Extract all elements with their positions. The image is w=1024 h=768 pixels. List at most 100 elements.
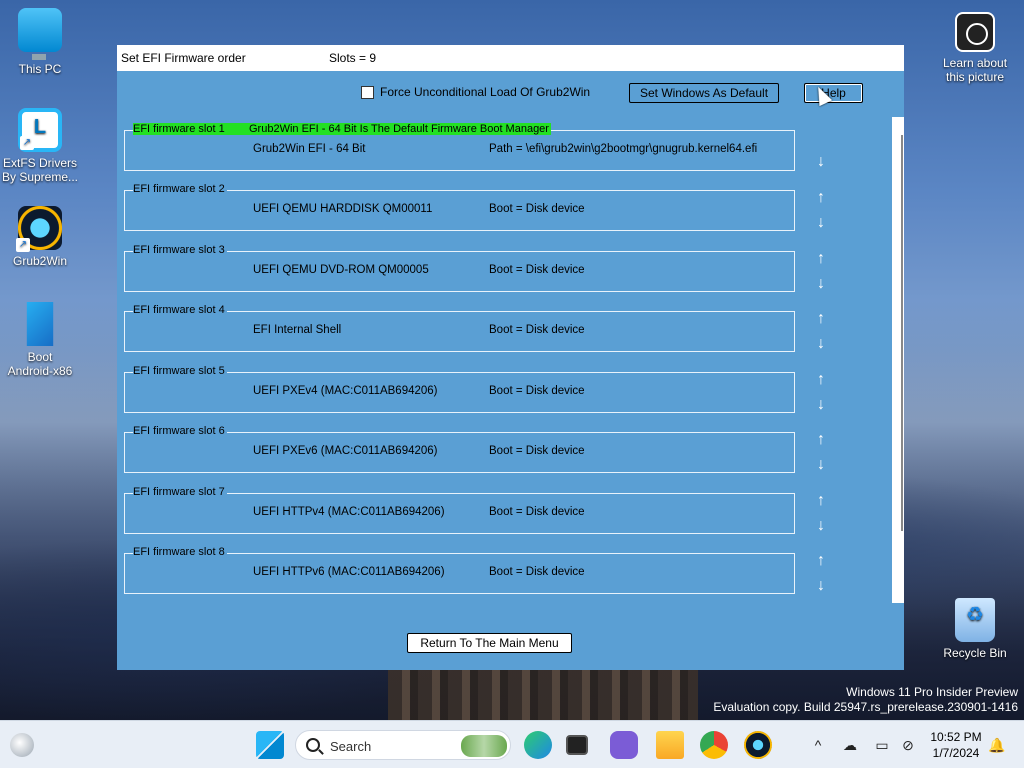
teams-chat-icon[interactable] (610, 731, 638, 759)
watermark-line2: Evaluation copy. Build 25947.rs_prerelea… (713, 700, 1018, 714)
clock-date: 1/7/2024 (932, 746, 980, 760)
search-placeholder: Search (330, 739, 372, 754)
slot-title: EFI firmware slot 4 (133, 304, 227, 316)
firmware-slot: EFI firmware slot 1 Grub2Win EFI - 64 Bi… (124, 123, 795, 171)
desktop-icon-label: Recycle Bin (943, 646, 1007, 660)
desktop-icon-label: Boot Android-x86 (7, 350, 73, 378)
slot-info: Boot = Disk device (489, 445, 585, 457)
default-boot-manager-banner: Grub2Win EFI - 64 Bit Is The Default Fir… (249, 123, 549, 135)
firmware-slot: EFI firmware slot 5 UEFI PXEv4 (MAC:C011… (124, 365, 795, 413)
slot-description: EFI Internal Shell (253, 324, 342, 336)
desktop-icon-label: This PC (18, 62, 62, 76)
shortcut-arrow-icon: ↗ (20, 136, 34, 150)
slot-description: UEFI QEMU HARDDISK QM00011 (253, 203, 433, 215)
slot-title: EFI firmware slot 6 (133, 425, 227, 437)
weather-widget-icon[interactable] (10, 733, 34, 757)
slot-info: Boot = Disk device (489, 264, 585, 276)
monitor-icon (18, 8, 62, 60)
grub2win-icon: ↗ (16, 206, 62, 252)
task-view-icon[interactable] (566, 735, 588, 755)
extfs-icon: ↗ (18, 108, 62, 152)
move-up-arrow-icon[interactable]: ↑ (817, 553, 825, 569)
search-icon (306, 738, 320, 752)
display-icon[interactable]: ▭ (874, 737, 890, 753)
volume-muted-icon[interactable]: ⊘ (900, 737, 916, 753)
slot-title-text: EFI firmware slot 1 (133, 123, 225, 135)
move-up-arrow-icon[interactable]: ↑ (817, 311, 825, 327)
move-down-arrow-icon[interactable]: ↓ (817, 397, 825, 413)
move-up-arrow-icon[interactable]: ↑ (817, 493, 825, 509)
slot-info: Path = \efi\grub2win\g2bootmgr\gnugrub.k… (489, 143, 758, 155)
move-down-arrow-icon[interactable]: ↓ (817, 215, 825, 231)
slot-info: Boot = Disk device (489, 566, 585, 578)
return-main-menu-button[interactable]: Return To The Main Menu (407, 633, 572, 653)
force-load-option[interactable]: Force Unconditional Load Of Grub2Win (361, 85, 590, 99)
firmware-slot: EFI firmware slot 2 UEFI QEMU HARDDISK Q… (124, 183, 795, 231)
slot-title: EFI firmware slot 7 (133, 486, 227, 498)
move-up-arrow-icon[interactable]: ↑ (817, 372, 825, 388)
recycle-bin-icon (955, 598, 995, 642)
android-x86-icon (26, 302, 54, 346)
watermark-line1: Windows 11 Pro Insider Preview (846, 685, 1018, 699)
move-up-arrow-icon[interactable]: ↑ (817, 251, 825, 267)
move-up-arrow-icon[interactable]: ↑ (817, 432, 825, 448)
file-explorer-icon[interactable] (656, 731, 684, 759)
firmware-slot: EFI firmware slot 3 UEFI QEMU DVD-ROM QM… (124, 244, 795, 292)
slot-title: EFI firmware slot 8 (133, 546, 227, 558)
set-windows-default-button[interactable]: Set Windows As Default (629, 83, 779, 103)
learn-about-label: Learn about this picture (942, 56, 1008, 84)
efi-firmware-window: Set EFI Firmware order Slots = 9 Force U… (117, 45, 904, 670)
desktop-icon-boot-android[interactable]: Boot Android-x86 (0, 302, 80, 378)
firmware-slot: EFI firmware slot 7 UEFI HTTPv4 (MAC:C01… (124, 486, 795, 534)
chevron-up-icon[interactable]: ^ (810, 737, 826, 753)
notification-bell-icon[interactable]: 🔔 (988, 737, 1005, 753)
slot-title: EFI firmware slot 5 (133, 365, 227, 377)
taskbar-search[interactable]: Search (295, 730, 511, 760)
move-down-arrow-icon[interactable]: ↓ (817, 578, 825, 594)
shortcut-arrow-icon: ↗ (16, 238, 30, 252)
desktop-icon-grub2win[interactable]: ↗ Grub2Win (0, 206, 80, 268)
firmware-slot: EFI firmware slot 4 EFI Internal Shell B… (124, 304, 795, 352)
camera-icon (955, 12, 995, 52)
system-clock[interactable]: 10:52 PM 1/7/2024 (928, 729, 984, 761)
clock-time: 10:52 PM (930, 730, 982, 744)
slot-description: UEFI QEMU DVD-ROM QM00005 (253, 264, 429, 276)
desktop-icon-label: Grub2Win (12, 254, 68, 268)
slot-description: UEFI HTTPv4 (MAC:C011AB694206) (253, 506, 445, 518)
slot-description: UEFI PXEv4 (MAC:C011AB694206) (253, 385, 438, 397)
move-down-arrow-icon[interactable]: ↓ (817, 276, 825, 292)
slot-description: UEFI PXEv6 (MAC:C011AB694206) (253, 445, 438, 457)
desktop-icon-this-pc[interactable]: This PC (0, 8, 80, 76)
desktop-icon-recycle-bin[interactable]: Recycle Bin (935, 598, 1015, 660)
slot-description: UEFI HTTPv6 (MAC:C011AB694206) (253, 566, 445, 578)
move-down-arrow-icon[interactable]: ↓ (817, 518, 825, 534)
grub2win-taskbar-icon[interactable] (744, 731, 772, 759)
chrome-icon[interactable] (700, 731, 728, 759)
slot-title: EFI firmware slot 2 (133, 183, 227, 195)
scrollbar-thumb[interactable] (901, 135, 903, 531)
wallpaper-pier (388, 668, 698, 722)
slot-info: Boot = Disk device (489, 324, 585, 336)
move-down-arrow-icon[interactable]: ↓ (817, 336, 825, 352)
edge-preview-icon[interactable] (524, 731, 552, 759)
title-bar[interactable]: Set EFI Firmware order Slots = 9 (117, 45, 904, 71)
slot-info: Boot = Disk device (489, 203, 585, 215)
force-load-label: Force Unconditional Load Of Grub2Win (380, 85, 591, 99)
search-highlight-icon (461, 735, 507, 757)
move-up-arrow-icon[interactable]: ↑ (817, 190, 825, 206)
slot-info: Boot = Disk device (489, 385, 585, 397)
desktop-icon-label: ExtFS Drivers By Supreme... (1, 156, 79, 184)
firmware-slot: EFI firmware slot 8 UEFI HTTPv6 (MAC:C01… (124, 546, 795, 594)
slot-info: Boot = Disk device (489, 506, 585, 518)
network-off-icon[interactable]: ☁ (842, 737, 858, 753)
desktop-icon-extfs[interactable]: ↗ ExtFS Drivers By Supreme... (0, 108, 80, 184)
force-load-checkbox[interactable] (361, 85, 374, 99)
learn-about-picture[interactable]: Learn about this picture (935, 12, 1015, 84)
start-windows-icon[interactable] (256, 731, 284, 759)
taskbar: Search ^ ☁ ▭ ⊘ 10:52 PM 1/7/2024 🔔 (0, 720, 1024, 768)
windows-watermark: Windows 11 Pro Insider Preview Evaluatio… (713, 685, 1018, 715)
move-down-arrow-icon[interactable]: ↓ (817, 154, 825, 170)
move-down-arrow-icon[interactable]: ↓ (817, 457, 825, 473)
slots-count: Slots = 9 (329, 51, 377, 65)
window-title: Set EFI Firmware order (121, 51, 246, 65)
